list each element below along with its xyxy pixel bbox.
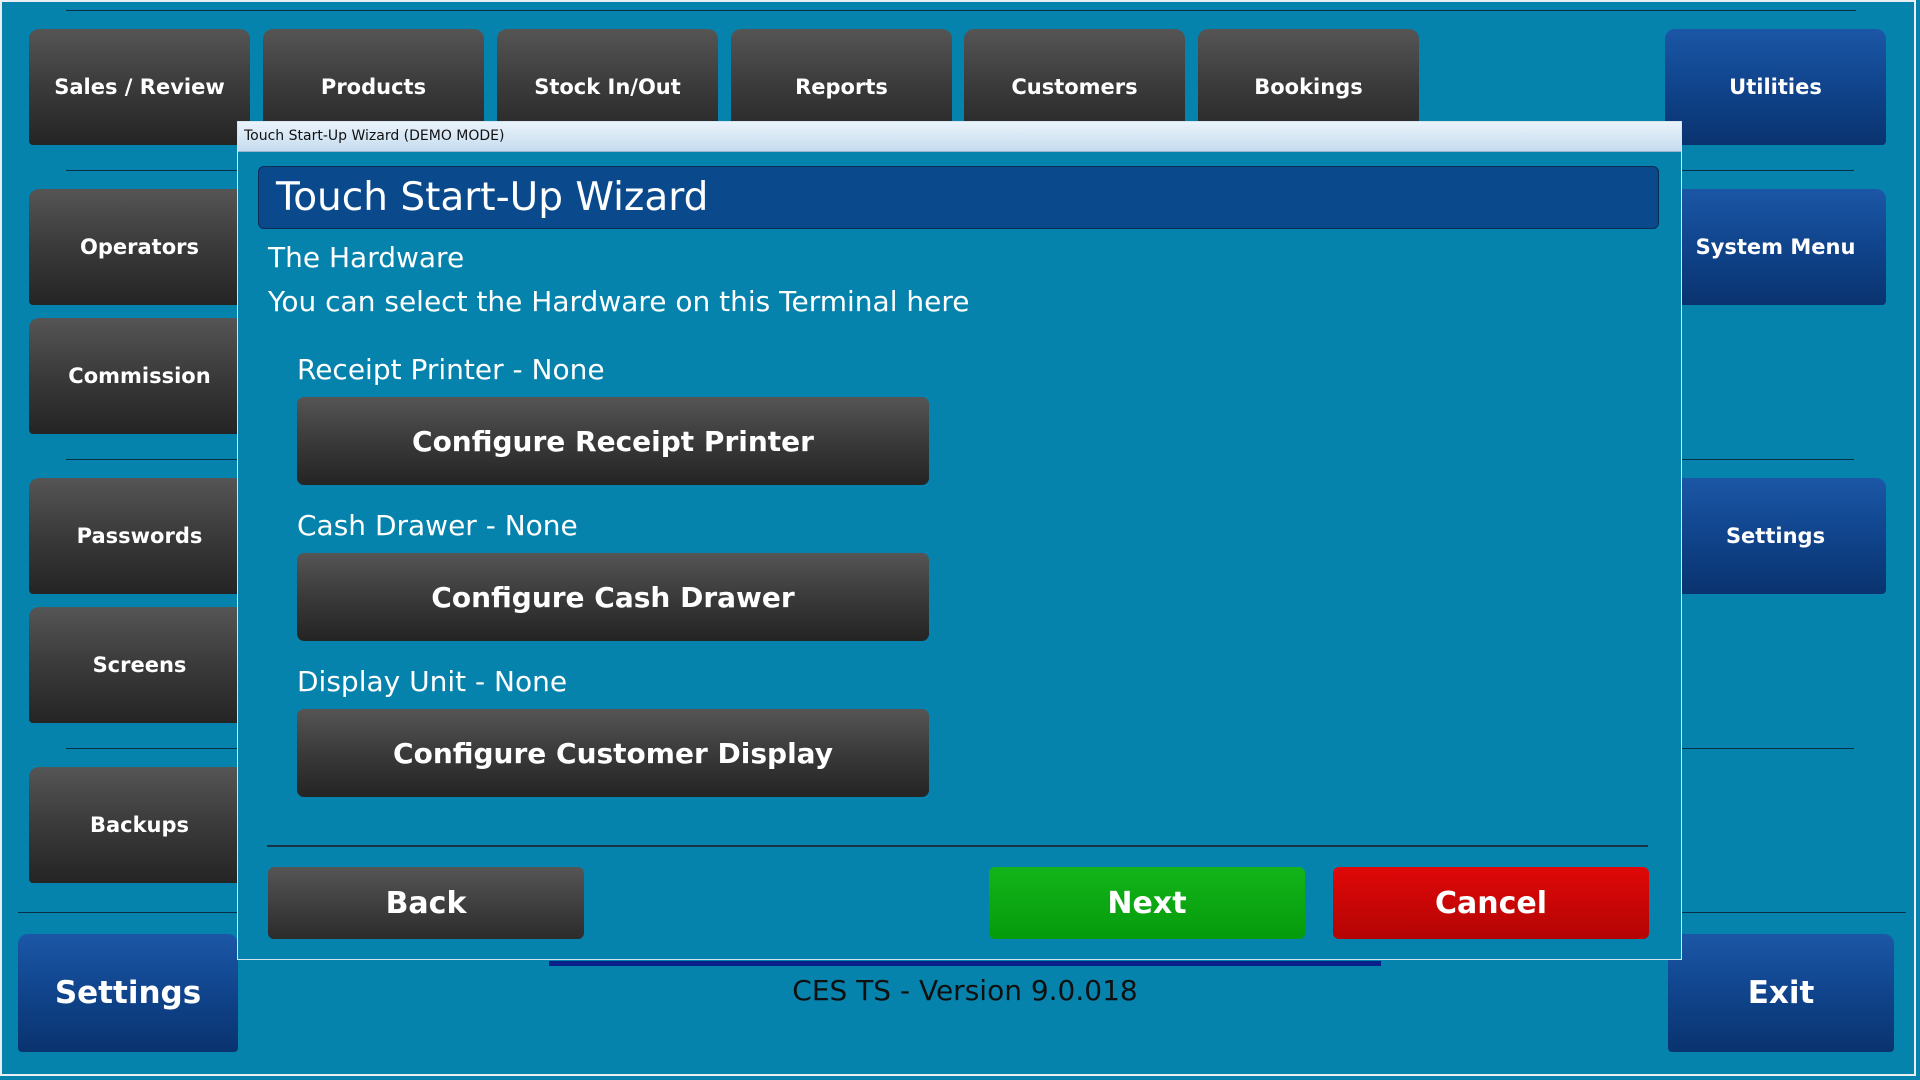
wizard-dialog: Touch Start-Up Wizard (DEMO MODE) Touch … [237, 121, 1682, 960]
divider-left-1 [66, 170, 237, 171]
divider-left-3 [66, 748, 237, 749]
divider-right-1 [1682, 170, 1854, 171]
passwords-button[interactable]: Passwords [29, 478, 250, 594]
receipt-printer-status: Receipt Printer - None [297, 353, 605, 386]
divider-top [66, 10, 1856, 11]
version-label: CES TS - Version 9.0.018 [549, 961, 1381, 1011]
next-button[interactable]: Next [989, 867, 1305, 939]
screens-button[interactable]: Screens [29, 607, 250, 723]
utilities-button[interactable]: Utilities [1665, 29, 1886, 145]
dialog-separator [267, 845, 1648, 847]
divider-right-2 [1682, 459, 1854, 460]
back-button[interactable]: Back [268, 867, 584, 939]
operators-button[interactable]: Operators [29, 189, 250, 305]
wizard-banner: Touch Start-Up Wizard [258, 166, 1659, 229]
cash-drawer-status: Cash Drawer - None [297, 509, 578, 542]
system-menu-button[interactable]: System Menu [1665, 189, 1886, 305]
divider-left-2 [66, 459, 237, 460]
configure-cash-drawer-button[interactable]: Configure Cash Drawer [297, 553, 929, 641]
commission-button[interactable]: Commission [29, 318, 250, 434]
configure-customer-display-button[interactable]: Configure Customer Display [297, 709, 929, 797]
settings-button[interactable]: Settings [1665, 478, 1886, 594]
backups-button[interactable]: Backups [29, 767, 250, 883]
section-heading: The Hardware [268, 241, 465, 274]
exit-button[interactable]: Exit [1668, 934, 1894, 1052]
dialog-window-title: Touch Start-Up Wizard (DEMO MODE) [244, 128, 505, 144]
sales-review-button[interactable]: Sales / Review [29, 29, 250, 145]
settings-main-button[interactable]: Settings [18, 934, 238, 1052]
section-description: You can select the Hardware on this Term… [268, 285, 970, 318]
dialog-title-bar[interactable]: Touch Start-Up Wizard (DEMO MODE) [238, 122, 1681, 152]
divider-right-3 [1682, 748, 1854, 749]
cancel-button[interactable]: Cancel [1333, 867, 1649, 939]
display-unit-status: Display Unit - None [297, 665, 568, 698]
configure-receipt-printer-button[interactable]: Configure Receipt Printer [297, 397, 929, 485]
